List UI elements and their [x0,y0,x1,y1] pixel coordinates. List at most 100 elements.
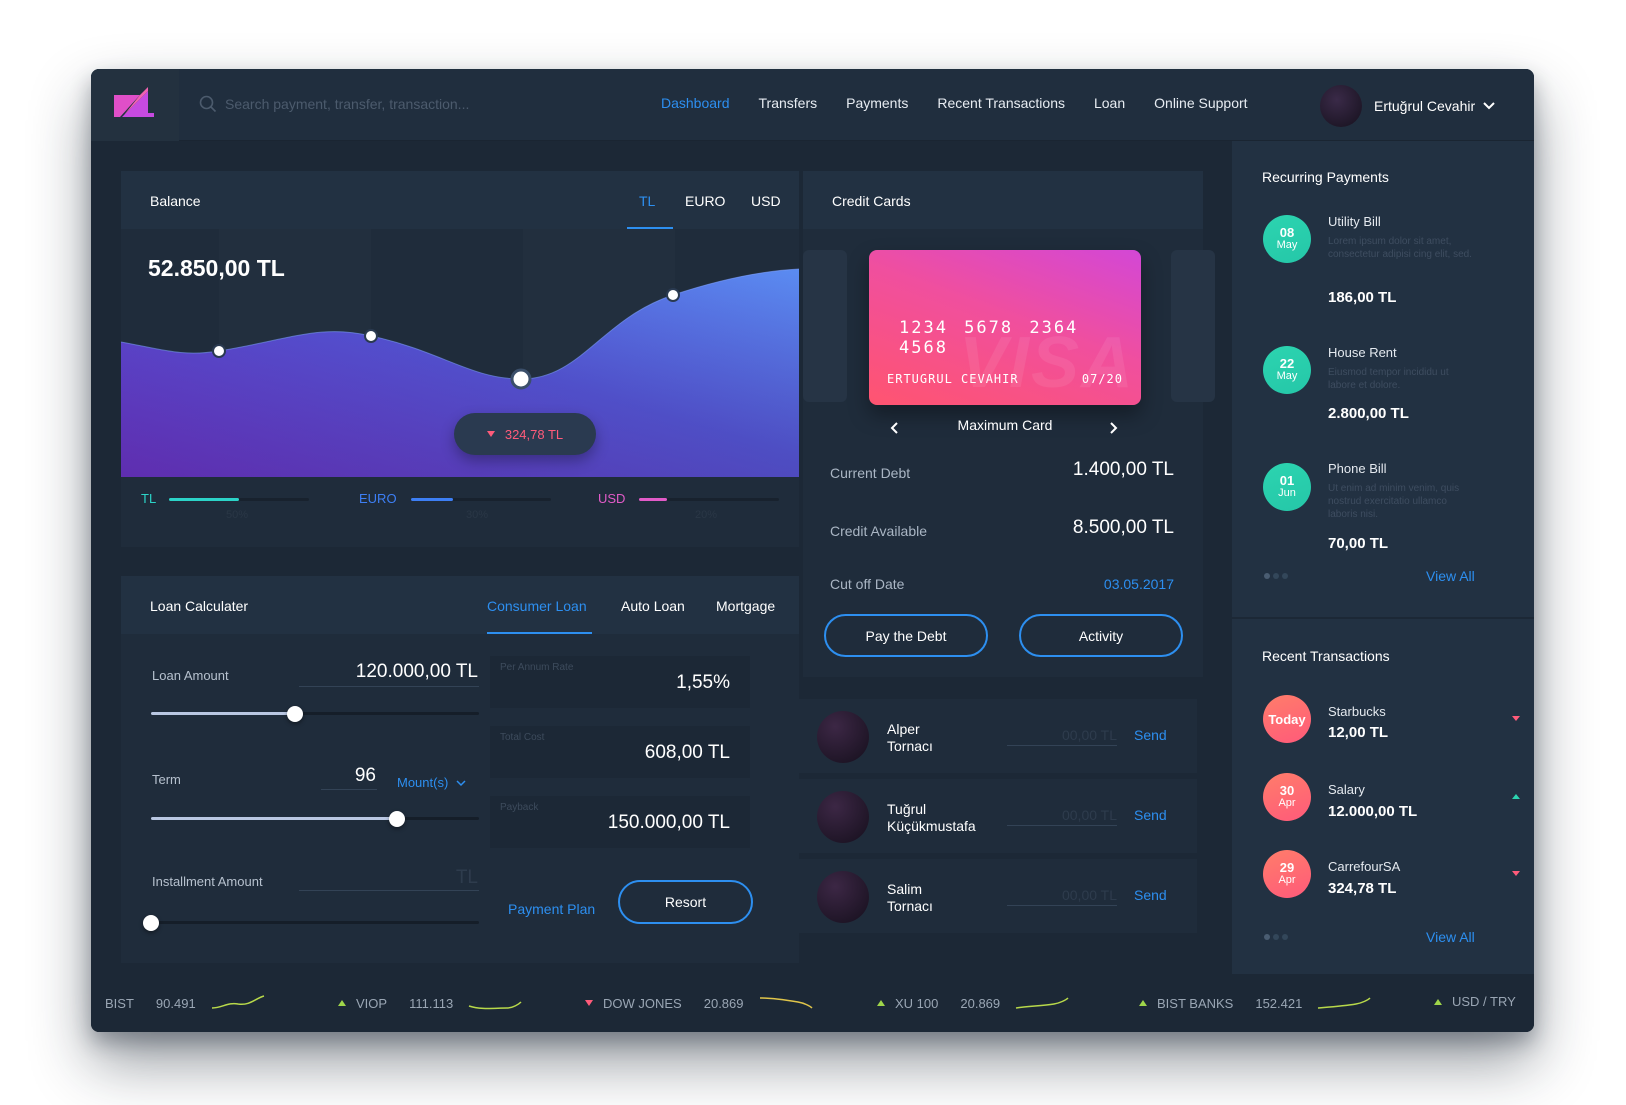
chart-point[interactable] [364,329,378,343]
recurring-payments-title: Recurring Payments [1262,169,1389,185]
tab-mortgage[interactable]: Mortgage [716,598,775,614]
divider [1232,617,1534,619]
up-arrow-icon [1139,1000,1147,1006]
search-icon [199,95,217,113]
tab-usd[interactable]: USD [751,193,781,209]
slider-handle[interactable] [287,706,304,722]
nav-loan[interactable]: Loan [1094,95,1125,111]
nav-payments[interactable]: Payments [846,95,908,111]
resort-button[interactable]: Resort [618,880,753,924]
term-unit-dropdown[interactable]: Mount(s) [397,775,466,790]
loan-title: Loan Calculater [150,598,249,614]
transaction-title: CarrefourSA [1328,859,1401,874]
loan-calculator-panel: Loan Calculater Consumer Loan Auto Loan … [121,576,799,963]
tab-indicator [487,632,592,634]
ticker-item[interactable]: XU 100 20.869 [877,994,1070,1012]
recurring-desc: Eiusmod tempor incididu ut labore et dol… [1328,367,1449,391]
slider-handle[interactable] [143,915,159,931]
pagination-dots[interactable] [1264,573,1291,579]
nav-transfers[interactable]: Transfers [759,95,818,111]
balance-header: Balance TL EURO USD [121,171,799,229]
ticker-name: BIST [105,995,134,1011]
term-slider[interactable] [151,811,479,827]
search-input[interactable] [225,96,505,112]
chart-point[interactable] [212,344,226,358]
chevron-right-icon[interactable] [1109,421,1119,435]
sparkline-icon [468,1001,522,1010]
contact-row: Alper Tornacı 00,00 TL Send [797,699,1197,773]
activity-button[interactable]: Activity [1019,614,1183,657]
total-cost-box: Total Cost 608,00 TL [490,726,750,778]
balance-amount: 52.850,00 TL [148,255,285,281]
send-button[interactable]: Send [1134,887,1167,903]
amount-input[interactable]: 00,00 TL [1007,727,1117,746]
rate-value: 1,55% [676,672,730,693]
nav-dashboard[interactable]: Dashboard [661,95,730,111]
card-expiry: 07/20 [1081,372,1123,386]
nav-online-support[interactable]: Online Support [1154,95,1247,111]
amount-input[interactable]: 00,00 TL [1007,807,1117,826]
legend-bar [639,498,779,501]
main-nav: Dashboard Transfers Payments Recent Tran… [661,95,1277,111]
installment-input[interactable]: TL [301,867,478,889]
recurring-title: Phone Bill [1328,461,1387,476]
legend-percent: 30% [466,509,489,521]
tab-euro[interactable]: EURO [685,193,725,209]
ticker-value: 90.491 [155,995,196,1011]
payment-plan-link[interactable]: Payment Plan [508,901,595,917]
prev-card-preview[interactable] [803,250,847,402]
ticker-item[interactable]: DOW JONES 20.869 [585,994,814,1012]
up-arrow-icon [338,1000,346,1006]
chevron-left-icon[interactable] [889,421,899,435]
legend-label: TL [141,491,157,506]
avatar [817,791,869,843]
logo-icon [114,87,154,117]
tab-tl[interactable]: TL [639,193,655,209]
total-cost-label: Total Cost [500,732,545,743]
legend-percent: 50% [226,509,249,521]
contact-row: Salim Tornacı 00,00 TL Send [797,859,1197,933]
loan-amount-slider[interactable] [151,706,479,722]
ticker-item[interactable]: BIST 90.491 [105,994,266,1012]
divider [299,686,479,687]
ticker-name: VIOP [356,995,388,1011]
ticker-name: DOW JONES [603,995,682,1011]
avatar [1320,85,1362,127]
send-button[interactable]: Send [1134,727,1167,743]
next-card-preview[interactable] [1171,250,1215,402]
view-all-transactions-link[interactable]: View All [1426,929,1475,945]
recurring-amount: 186,00 TL [1328,289,1397,306]
contact-name: Tuğrul Küçükmustafa [887,801,976,834]
tab-consumer-loan[interactable]: Consumer Loan [487,598,587,614]
ticker-item[interactable]: VIOP 111.113 [338,994,523,1012]
transaction-amount: 324,78 TL [1328,880,1397,897]
legend-label: EURO [359,491,397,506]
avatar [817,871,869,923]
ticker-item[interactable]: BIST BANKS 152.421 [1139,994,1372,1012]
rate-label: Per Annum Rate [500,662,574,673]
slider-handle[interactable] [389,811,405,827]
tooltip-value: 324,78 TL [504,426,564,442]
tab-auto-loan[interactable]: Auto Loan [621,598,685,614]
view-all-recurring-link[interactable]: View All [1426,568,1475,584]
pay-debt-button[interactable]: Pay the Debt [824,614,988,657]
recurring-amount: 70,00 TL [1328,535,1389,552]
ticker-item[interactable]: USD / TRY [1434,994,1534,1009]
date-badge: Today [1263,695,1311,743]
term-value[interactable]: 96 [321,765,376,787]
user-name: Ertuğrul Cevahir [1374,98,1476,114]
nav-recent-transactions[interactable]: Recent Transactions [937,95,1065,111]
logo[interactable] [91,69,179,141]
installment-slider[interactable] [143,915,479,931]
ticker-name: BIST BANKS [1157,995,1234,1011]
right-sidebar: Recurring Payments 08 May Utility Bill Lo… [1232,141,1534,997]
balance-title: Balance [150,193,201,209]
chart-point-selected[interactable] [510,368,532,390]
amount-input[interactable]: 00,00 TL [1007,887,1117,906]
chart-point[interactable] [666,288,680,302]
loan-amount-value[interactable]: 120.000,00 TL [301,661,478,683]
send-button[interactable]: Send [1134,807,1167,823]
credit-card[interactable]: VISA 1234 5678 2364 4568 ERTUGRUL CEVAHI… [869,250,1141,405]
pagination-dots[interactable] [1264,934,1291,940]
user-menu[interactable]: Ertuğrul Cevahir [1320,85,1495,127]
